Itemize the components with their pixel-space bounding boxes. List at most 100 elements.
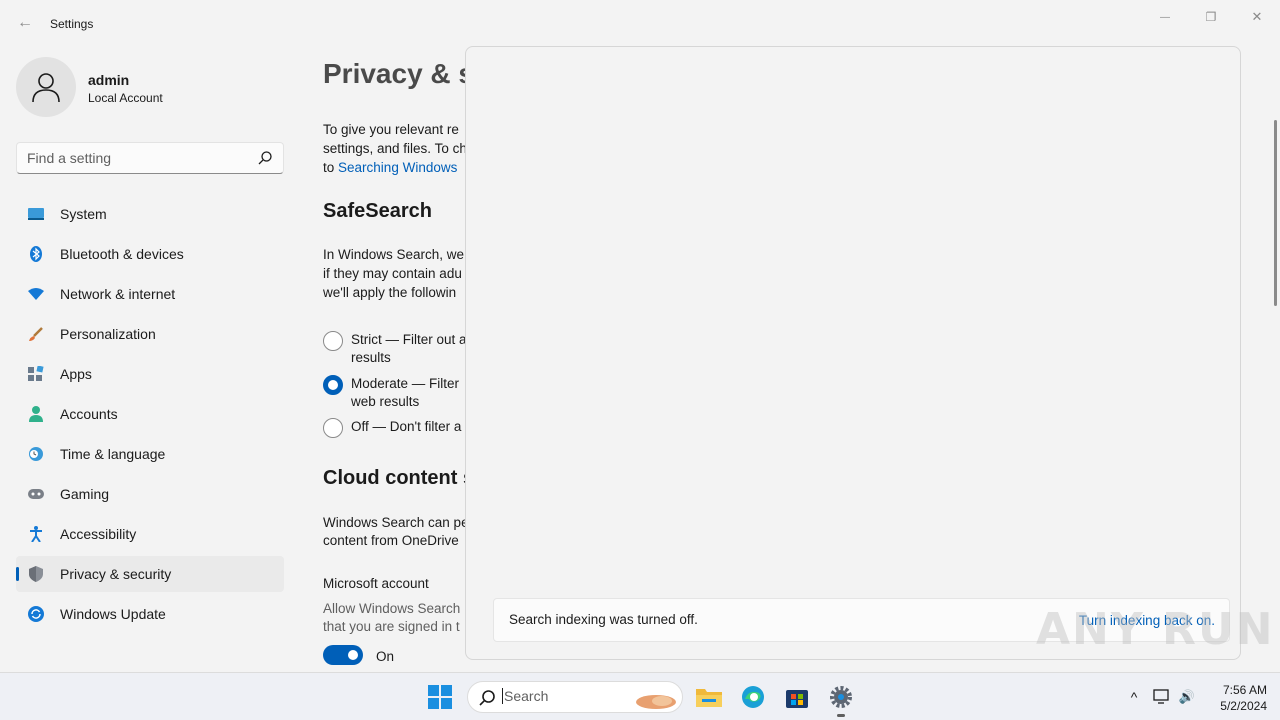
taskbar-search-input[interactable] [502, 688, 612, 704]
settings-taskbar-button[interactable] [827, 683, 855, 711]
bluetooth-icon [28, 246, 44, 262]
network-tray-icon[interactable] [1152, 687, 1172, 707]
restore-button[interactable]: ❐ [1188, 6, 1234, 28]
moderate-label-line1: Moderate — Filter [351, 376, 460, 391]
sidebar-item-label: Personalization [60, 326, 156, 342]
sidebar-item-windows-update[interactable]: Windows Update [16, 596, 284, 632]
active-app-indicator [837, 714, 845, 717]
moderate-label: Moderate — Filter web results [351, 375, 459, 411]
sidebar-item-accounts[interactable]: Accounts [16, 396, 284, 432]
safesearch-desc-2: if they may contain adu [323, 266, 462, 281]
ms-account-desc-2: that you are signed in t [323, 619, 460, 634]
sidebar-item-bluetooth[interactable]: Bluetooth & devices [16, 236, 284, 272]
minimize-button[interactable]: — [1142, 6, 1188, 28]
toggle-state-label: On [376, 649, 395, 664]
strict-label: Strict — Filter out a results [351, 331, 467, 367]
wifi-icon [28, 286, 44, 302]
sidebar-item-gaming[interactable]: Gaming [16, 476, 284, 512]
file-explorer-button[interactable] [695, 683, 723, 711]
taskbar-search[interactable] [467, 681, 683, 713]
search-highlight-icon [636, 695, 676, 709]
sidebar-item-accessibility[interactable]: Accessibility [16, 516, 284, 552]
back-arrow-icon: ← [17, 14, 33, 31]
back-button[interactable]: ← [14, 12, 36, 34]
taskbar: ^ 🔊 7:56 AM 5/2/2024 [0, 672, 1280, 720]
overlay-panel: Search indexing was turned off. Turn ind… [465, 46, 1241, 660]
settings-search-input[interactable] [17, 143, 237, 173]
sidebar-item-privacy-security[interactable]: Privacy & security [16, 556, 284, 592]
windows-logo-icon [428, 685, 452, 709]
sidebar-item-label: Privacy & security [60, 566, 172, 582]
strict-label-line1: Strict — Filter out a [351, 332, 467, 347]
system-icon [28, 206, 44, 222]
radio-moderate[interactable] [323, 375, 343, 395]
microsoft-account-toggle[interactable] [323, 645, 363, 665]
folder-icon [696, 689, 722, 707]
store-button[interactable] [783, 683, 811, 711]
sidebar-item-personalization[interactable]: Personalization [16, 316, 284, 352]
moderate-label-line2: web results [351, 394, 420, 409]
radio-strict[interactable] [323, 331, 343, 351]
sidebar-nav: System Bluetooth & devices Network & int… [16, 196, 284, 636]
notice-text: Search indexing was turned off. [509, 612, 698, 627]
minimize-icon: — [1160, 11, 1170, 23]
cloud-desc-2: content from OneDrive [323, 533, 459, 548]
intro-line-1: To give you relevant re [323, 122, 459, 137]
person-icon [28, 406, 44, 422]
off-label: Off — Don't filter a [351, 419, 462, 434]
sidebar-item-apps[interactable]: Apps [16, 356, 284, 392]
safesearch-desc-1: In Windows Search, we [323, 247, 465, 262]
searching-windows-link[interactable]: Searching Windows [338, 160, 457, 175]
intro-to: to [323, 160, 335, 175]
clock-globe-icon [28, 446, 44, 462]
safesearch-desc-3: we'll apply the followin [323, 285, 457, 300]
taskbar-clock[interactable]: 7:56 AM 5/2/2024 [1205, 682, 1267, 714]
settings-search-box[interactable] [16, 142, 284, 174]
radio-off[interactable] [323, 418, 343, 438]
show-hidden-icons-button[interactable]: ^ [1124, 687, 1144, 707]
close-button[interactable]: ✕ [1234, 6, 1280, 28]
watermark-logo: ANY RUN [1036, 604, 1275, 655]
cloud-content-heading: Cloud content s [323, 467, 475, 489]
accessibility-icon [28, 526, 44, 542]
sidebar-item-system[interactable]: System [16, 196, 284, 232]
microsoft-account-label: Microsoft account [323, 576, 429, 591]
user-name: admin [88, 72, 130, 88]
content-scrollbar[interactable] [1274, 120, 1277, 306]
sidebar-item-network[interactable]: Network & internet [16, 276, 284, 312]
apps-icon [28, 366, 44, 382]
store-icon [786, 690, 808, 708]
avatar[interactable] [16, 57, 76, 117]
speaker-icon: 🔊 [1178, 689, 1196, 704]
volume-tray-icon[interactable]: 🔊 [1177, 687, 1197, 707]
intro-line-2: settings, and files. To ch [323, 141, 467, 156]
ms-account-desc-1: Allow Windows Search [323, 601, 461, 616]
sidebar-item-time-language[interactable]: Time & language [16, 436, 284, 472]
edge-button[interactable] [739, 683, 767, 711]
sidebar-item-label: Accounts [60, 406, 118, 422]
safesearch-moderate-option[interactable]: Moderate — Filter web results [323, 375, 459, 411]
strict-label-line2: results [351, 350, 391, 365]
sidebar-item-label: Network & internet [60, 286, 176, 302]
account-type: Local Account [88, 91, 163, 105]
start-button[interactable] [426, 683, 454, 711]
safesearch-off-option[interactable]: Off — Don't filter a [323, 418, 461, 438]
brush-icon [28, 326, 44, 342]
shield-icon [28, 566, 44, 582]
close-icon: ✕ [1251, 9, 1263, 24]
sidebar-item-label: Bluetooth & devices [60, 246, 184, 262]
intro-line-3: to Searching Windows [323, 158, 457, 177]
app-title: Settings [50, 17, 94, 31]
safesearch-strict-option[interactable]: Strict — Filter out a results [323, 331, 467, 367]
search-icon[interactable] [257, 150, 273, 166]
taskbar-search-icon [479, 690, 495, 706]
gamepad-icon [28, 486, 44, 502]
gear-icon [830, 686, 852, 708]
cloud-desc-1: Windows Search can pe [323, 515, 469, 530]
sidebar-item-label: System [60, 206, 107, 222]
title-bar: ← Settings — ❐ ✕ [0, 0, 1280, 48]
sidebar-item-label: Windows Update [60, 606, 166, 622]
update-icon [28, 606, 44, 622]
user-avatar-icon [32, 73, 60, 103]
chevron-up-icon: ^ [1130, 689, 1138, 705]
